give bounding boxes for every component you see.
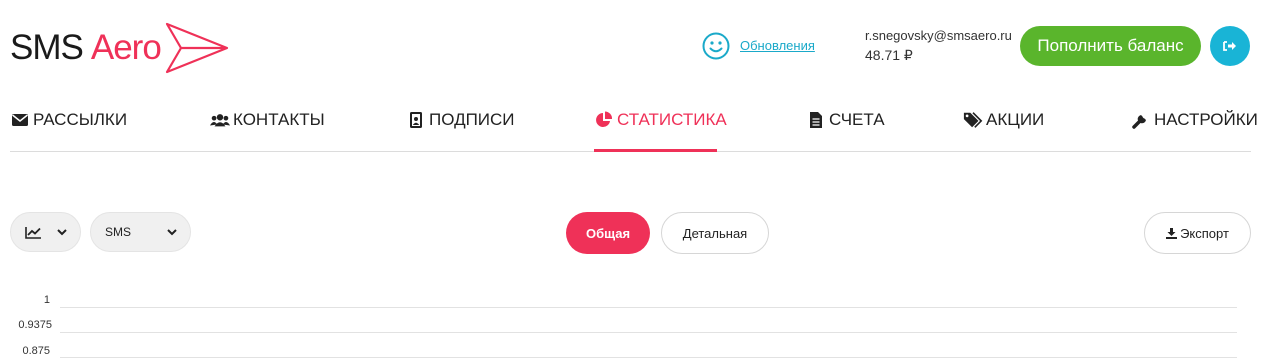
logo[interactable]: SMS Aero	[10, 22, 229, 74]
nav-item-contacts[interactable]: Контакты	[210, 110, 325, 150]
users-icon	[210, 110, 230, 130]
nav-item-signatures[interactable]: Подписи	[406, 110, 515, 150]
nav-item-invoices[interactable]: Счета	[806, 110, 885, 150]
y-gridline	[60, 357, 1237, 358]
download-icon	[1166, 227, 1178, 239]
nav-item-promotions[interactable]: Акции	[963, 110, 1044, 150]
nav-item-statistics[interactable]: Статистика	[594, 110, 727, 150]
y-tick-label: 1	[43, 294, 50, 306]
y-tick-label: 0.9375	[18, 319, 52, 331]
export-button[interactable]: Экспорт	[1144, 212, 1251, 254]
export-label: Экспорт	[1180, 225, 1229, 241]
nav-label: Акции	[986, 110, 1045, 129]
nav-item-settings[interactable]: Настройки	[1131, 110, 1258, 150]
paper-plane-logo-icon	[165, 22, 228, 74]
sign-out-icon	[1223, 41, 1236, 51]
topup-balance-button[interactable]: Пополнить баланс	[1020, 26, 1201, 66]
chart-type-select[interactable]	[10, 212, 81, 252]
y-gridline	[60, 332, 1237, 333]
nav-label: Рассылки	[33, 110, 128, 129]
user-email: r.snegovsky@smsaero.ru	[865, 28, 1012, 43]
logout-button[interactable]	[1210, 26, 1250, 66]
updates-link[interactable]: Обновления	[740, 38, 815, 53]
tags-icon	[963, 110, 983, 130]
pie-chart-icon	[594, 110, 614, 130]
nav-label: Статистика	[617, 110, 727, 129]
message-type-value: SMS	[105, 225, 132, 239]
logo-text-sms: SMS	[10, 28, 84, 67]
line-chart-icon	[25, 226, 41, 239]
chevron-down-icon	[57, 229, 67, 236]
y-gridline	[60, 307, 1237, 308]
nav-label: Контакты	[233, 110, 325, 129]
smiley-icon[interactable]	[702, 32, 730, 60]
message-type-select[interactable]: SMS	[90, 212, 191, 252]
chart-area: 1 0.9375 0.875	[0, 290, 1272, 362]
y-tick-label: 0.875	[22, 345, 50, 357]
tab-general[interactable]: Общая	[566, 212, 650, 254]
account-balance: 48.71 ₽	[865, 47, 913, 63]
document-icon	[806, 110, 826, 130]
nav-active-underline	[594, 149, 717, 152]
nav-label: Настройки	[1154, 110, 1258, 129]
badge-icon	[406, 110, 426, 130]
nav-label: Подписи	[429, 110, 515, 129]
logo-text-aero: Aero	[90, 28, 162, 67]
nav-label: Счета	[829, 110, 885, 129]
envelope-icon	[10, 110, 30, 130]
nav-item-mailings[interactable]: Рассылки	[10, 110, 127, 150]
tab-detailed[interactable]: Детальная	[661, 212, 769, 254]
chevron-down-icon	[167, 229, 177, 236]
wrench-icon	[1131, 110, 1151, 130]
